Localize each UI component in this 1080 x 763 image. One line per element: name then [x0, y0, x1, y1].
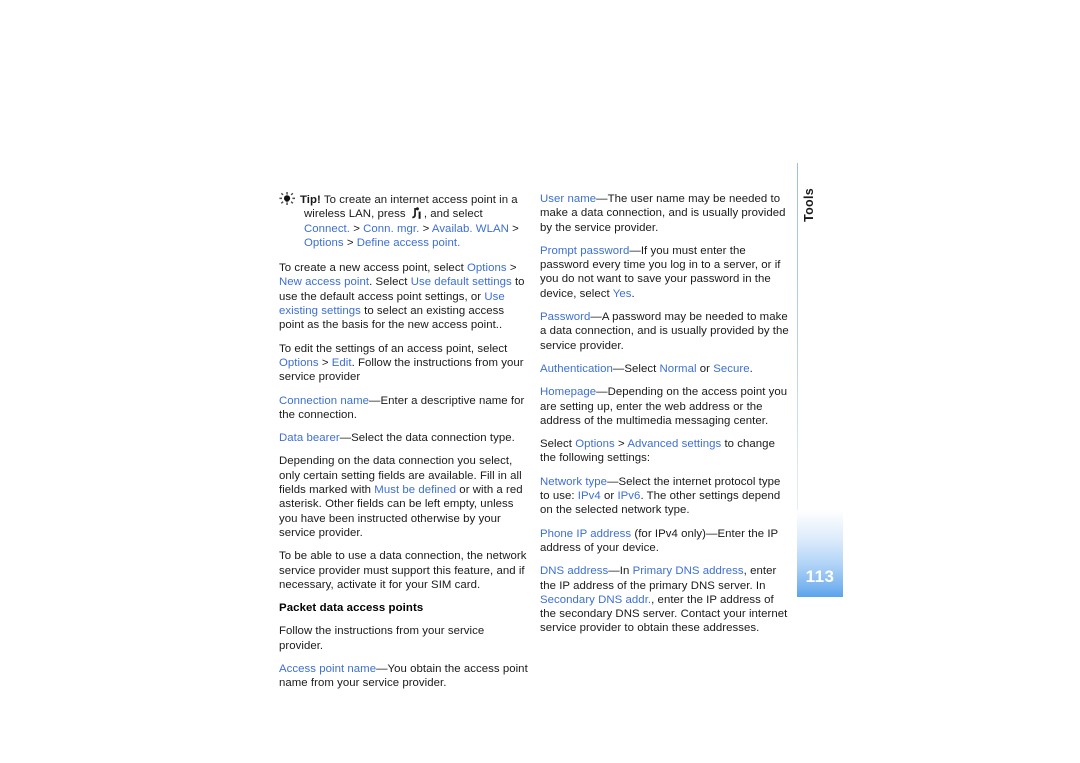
ui-access-point-name: Access point name: [279, 663, 377, 676]
paragraph-select-options-advanced: Select Options > Advanced settings to ch…: [540, 438, 775, 465]
tip-ui-define-access-point: Define access point.: [356, 236, 461, 249]
ui-primary-dns-address: Primary DNS address: [632, 565, 744, 578]
paragraph-connection-name: Connection name—Enter a descriptive name…: [279, 394, 525, 421]
paragraph-prompt-password: Prompt password—If you must enter the pa…: [540, 244, 781, 300]
ui-network-type: Network type: [540, 475, 608, 488]
left-text-column: Tip! To create an internet access point …: [279, 192, 531, 691]
ui-dns-address: DNS address: [540, 565, 609, 578]
ui-new-access-point: New access point: [279, 276, 370, 289]
tip-ui-options: Options: [304, 236, 344, 249]
ui-use-default-settings: Use default settings: [410, 276, 512, 289]
paragraph-dns-address: DNS address—In Primary DNS address, ente…: [540, 565, 788, 635]
paragraph-depending-on-data-connection: Depending on the data connection you sel…: [279, 455, 523, 539]
heading-packet-data-access-points: Packet data access points: [279, 602, 424, 615]
ui-yes: Yes: [612, 287, 632, 300]
ui-data-bearer: Data bearer: [279, 432, 340, 445]
tip-callout: Tip! To create an internet access point …: [279, 192, 531, 250]
paragraph-homepage: Homepage—Depending on the access point y…: [540, 386, 788, 427]
ui-user-name: User name: [540, 193, 597, 205]
ui-normal: Normal: [659, 362, 697, 375]
right-text-column: User name—The user name may be needed to…: [540, 192, 792, 636]
ui-secondary-dns-addr: Secondary DNS addr.: [540, 593, 652, 606]
paragraph-access-point-name: Access point name—You obtain the access …: [279, 663, 528, 690]
ui-options: Options: [467, 262, 507, 275]
ui-edit: Edit: [331, 356, 352, 369]
tip-ui-availab-wlan: Availab. WLAN: [431, 222, 509, 235]
ui-authentication: Authentication: [540, 362, 613, 375]
ui-options: Options: [575, 438, 615, 451]
document-page: Tip! To create an internet access point …: [0, 0, 1080, 763]
paragraph-authentication: Authentication—Select Normal or Secure.: [540, 362, 753, 375]
tip-ui-conn-mgr: Conn. mgr.: [363, 222, 420, 235]
section-tab-label: Tools: [802, 188, 816, 222]
ui-homepage: Homepage: [540, 386, 597, 399]
paragraph-phone-ip-address: Phone IP address (for IPv4 only)—Enter t…: [540, 527, 779, 554]
ui-ipv4: IPv4: [577, 490, 601, 503]
page-number: 113: [805, 567, 835, 586]
paragraph-new-access-point: To create a new access point, select Opt…: [279, 262, 525, 332]
nokia-menu-key-icon: [411, 207, 422, 220]
paragraph-network-type: Network type—Select the internet protoco…: [540, 475, 781, 517]
ui-must-be-defined: Must be defined: [374, 484, 457, 497]
tip-text: To create an internet access point in a …: [304, 194, 519, 249]
ui-phone-ip-address: Phone IP address: [540, 527, 632, 540]
paragraph-to-be-able-to-use: To be able to use a data connection, the…: [279, 550, 527, 591]
tip-ui-connect: Connect.: [304, 222, 350, 235]
paragraph-follow-instructions: Follow the instructions from your servic…: [279, 625, 485, 652]
ui-advanced-settings: Advanced settings: [627, 438, 722, 451]
page-side-rule: [797, 163, 798, 513]
ui-password: Password: [540, 311, 591, 324]
ui-prompt-password: Prompt password: [540, 244, 630, 257]
tip-label: Tip!: [300, 194, 321, 206]
paragraph-password: Password—A password may be needed to mak…: [540, 311, 789, 352]
page-number-block: 113: [797, 510, 843, 597]
paragraph-user-name: User name—The user name may be needed to…: [540, 193, 786, 234]
paragraph-data-bearer: Data bearer—Select the data connection t…: [279, 432, 515, 445]
ui-secure: Secure: [713, 362, 750, 375]
paragraph-edit-access-point: To edit the settings of an access point,…: [279, 342, 524, 384]
tip-bulb-icon: [279, 192, 296, 205]
ui-ipv6: IPv6: [617, 490, 641, 503]
ui-options: Options: [279, 356, 319, 369]
ui-connection-name: Connection name: [279, 394, 370, 407]
